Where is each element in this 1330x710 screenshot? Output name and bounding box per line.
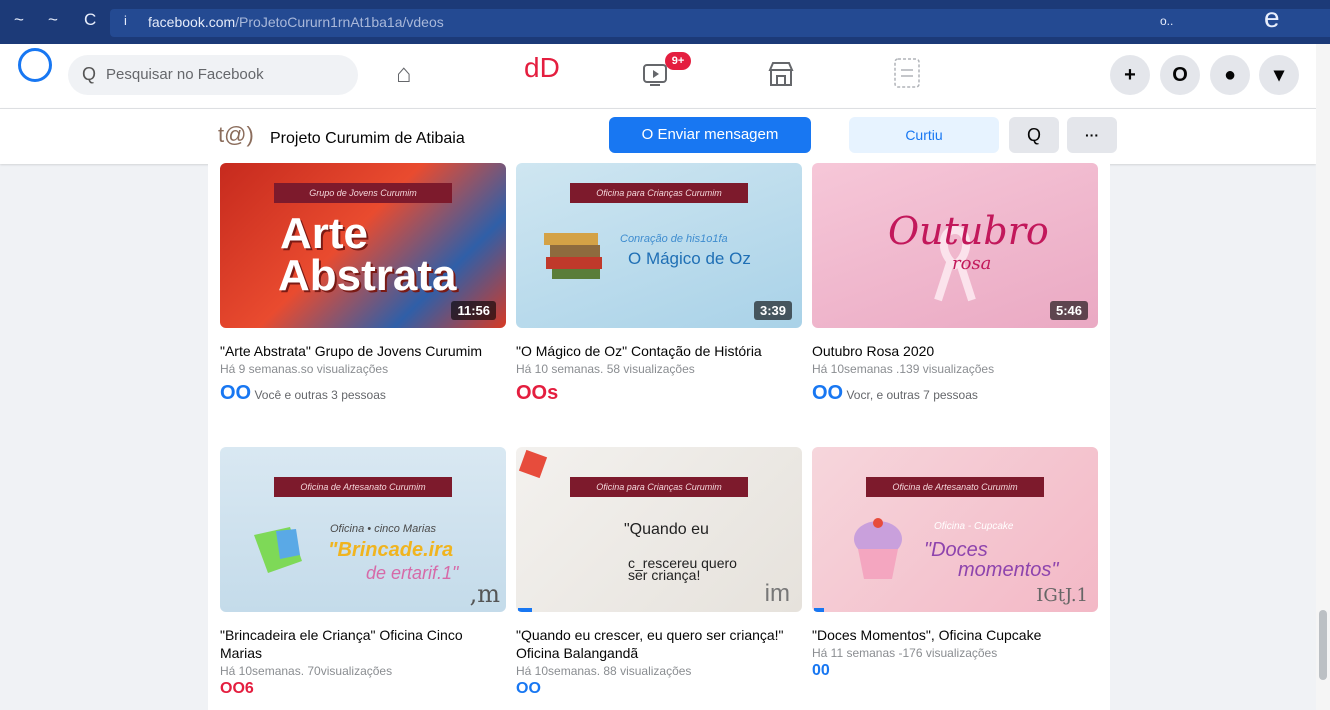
back-button[interactable]: ~ (14, 10, 24, 30)
video-meta: Há 9 semanas.so visualizações (220, 362, 389, 376)
video-thumbnail[interactable]: Outubro rosa 5:46 (812, 163, 1098, 328)
thumbnail-title-line1: "Quando eu (624, 521, 709, 538)
search-placeholder: Pesquisar no Facebook (106, 66, 264, 83)
thumbnail-banner: Grupo de Jovens Curumim (274, 183, 452, 203)
page-search-button[interactable]: Q (1009, 117, 1059, 153)
thumbnail-title-line2: Abstrata (278, 251, 457, 300)
thumbnail-subtitle: Oficina • cinco Marias (330, 523, 436, 535)
account-menu-button[interactable]: ▾ (1259, 55, 1299, 95)
reaction-icons: OO6 (220, 680, 254, 697)
thumbnail-title: Outubro (888, 209, 1049, 253)
nav-center-text[interactable]: dD (524, 52, 560, 84)
progress-bar (814, 608, 824, 612)
video-card[interactable]: Grupo de Jovens Curumim Arte Abstrata 11… (220, 163, 506, 405)
video-thumbnail[interactable]: Oficina para Crianças Curumim "Quando eu… (516, 447, 802, 612)
video-duration: 5:46 (1049, 301, 1088, 320)
video-title[interactable]: "O Mágico de Oz" Contação de História (516, 342, 802, 360)
video-card[interactable]: Oficina para Crianças Curumim Conração d… (516, 163, 802, 405)
send-message-button[interactable]: O Enviar mensagem (609, 117, 811, 153)
video-title[interactable]: "Brincadeira ele Criança" Oficina Cinco … (220, 626, 506, 662)
url-host: facebook.com (148, 14, 236, 30)
video-duration: ,m (469, 580, 500, 608)
thumbnail-title-line3: ser criança! (628, 567, 701, 583)
home-icon[interactable]: ⌂ (396, 58, 412, 89)
liked-button[interactable]: Curtiu (849, 117, 999, 153)
messenger-button[interactable]: O (1160, 55, 1200, 95)
gaming-icon[interactable] (892, 56, 922, 90)
reactions-text: Vocr, e outras 7 pessoas (846, 388, 978, 402)
search-icon: Q (82, 64, 97, 84)
video-reactions[interactable]: OO Você e outras 3 pessoas (220, 382, 506, 405)
video-duration: IGtJ.1 (1036, 585, 1088, 606)
thumbnail-subtitle: rosa (952, 253, 992, 274)
video-meta: Há 10semanas .139 visualizações (812, 362, 995, 376)
video-card[interactable]: Oficina para Crianças Curumim "Quando eu… (516, 447, 802, 698)
reload-button[interactable]: C (84, 10, 96, 30)
video-duration: 11:56 (451, 301, 496, 320)
reaction-icons: OO (812, 382, 844, 404)
videos-grid: Grupo de Jovens Curumim Arte Abstrata 11… (208, 163, 1110, 710)
fabric-pouch-icon (254, 527, 302, 573)
reaction-icons: OO (516, 680, 541, 697)
video-duration: im (764, 580, 790, 607)
video-reactions[interactable]: OO (516, 680, 802, 698)
site-info-icon[interactable]: i (124, 13, 127, 28)
search-input[interactable]: Q Pesquisar no Facebook (68, 55, 358, 95)
create-button[interactable]: + (1110, 55, 1150, 95)
url-text[interactable]: facebook.com/ProJetoCururn1rnAt1ba1a/vde… (148, 14, 444, 30)
reaction-icons: OOs (516, 382, 559, 404)
cupcake-icon (854, 518, 902, 579)
url-path: /ProJetoCururn1rnAt1ba1a/vdeos (235, 14, 444, 30)
thumbnail-banner: Oficina para Crianças Curumim (570, 477, 748, 497)
thumbnail-banner: Oficina de Artesanato Curumim (866, 477, 1044, 497)
thumbnail-subtitle: Oficina - Cupcake (934, 521, 1014, 532)
video-thumbnail[interactable]: Grupo de Jovens Curumim Arte Abstrata 11… (220, 163, 506, 328)
video-thumbnail[interactable]: Oficina de Artesanato Curumim Oficina - … (812, 447, 1098, 612)
video-reactions[interactable]: 00 (812, 662, 1098, 680)
edge-icon[interactable]: e (1264, 2, 1280, 34)
scrollbar-thumb[interactable] (1319, 610, 1327, 680)
video-title[interactable]: "Quando eu crescer, eu quero ser criança… (516, 626, 802, 662)
reaction-icons: 00 (812, 662, 830, 679)
video-thumbnail[interactable]: Oficina para Crianças Curumim Conração d… (516, 163, 802, 328)
decor-shape (518, 449, 548, 479)
more-options-button[interactable]: ··· (1067, 117, 1117, 153)
thumbnail-title-line2: de ertarif.1" (366, 563, 459, 583)
video-duration: 3:39 (753, 301, 792, 320)
video-card[interactable]: Oficina de Artesanato Curumim Oficina - … (812, 447, 1098, 680)
page-title[interactable]: Projeto Curumim de Atibaia (270, 130, 465, 148)
thumbnail-banner: Oficina de Artesanato Curumim (274, 477, 452, 497)
progress-bar (518, 608, 532, 612)
thumbnail-banner: Oficina para Crianças Curumim (570, 183, 748, 203)
forward-button[interactable]: ~ (48, 10, 58, 30)
video-reactions[interactable]: OO6 (220, 680, 506, 698)
watch-badge: 9+ (665, 52, 691, 70)
extension-text[interactable]: o.. (1160, 14, 1173, 28)
thumbnail-subtitle: Conração de his1o1fa (620, 233, 728, 245)
page-avatar[interactable]: t@) (218, 122, 254, 148)
thumbnail-title-line1: "Brincade.ira (328, 539, 454, 561)
video-meta: Há 10semanas. 70visualizações (220, 664, 393, 678)
video-meta: Há 10 semanas. 58 visualizações (516, 362, 695, 376)
browser-toolbar: ~ ~ C i facebook.com/ProJetoCururn1rnAt1… (0, 0, 1330, 44)
video-title[interactable]: "Arte Abstrata" Grupo de Jovens Curumim (220, 342, 506, 360)
facebook-logo-icon[interactable] (18, 48, 52, 82)
marketplace-icon[interactable] (766, 60, 796, 88)
books-icon (544, 233, 602, 279)
video-meta: Há 11 semanas -176 visualizações (812, 646, 998, 660)
thumbnail-title-line2: momentos" (958, 559, 1059, 581)
video-title[interactable]: "Doces Momentos", Oficina Cupcake (812, 626, 1098, 644)
video-reactions[interactable]: OO Vocr, e outras 7 pessoas (812, 382, 1098, 405)
video-reactions[interactable]: OOs (516, 382, 802, 405)
thumbnail-title: O Mágico de Oz (628, 249, 751, 268)
notifications-button[interactable]: ● (1210, 55, 1250, 95)
video-meta: Há 10semanas. 88 visualizações (516, 664, 692, 678)
reaction-icons: OO (220, 382, 252, 404)
video-title[interactable]: Outubro Rosa 2020 (812, 342, 1098, 360)
reactions-text: Você e outras 3 pessoas (254, 388, 386, 402)
video-thumbnail[interactable]: Oficina de Artesanato Curumim Oficina • … (220, 447, 506, 612)
video-card[interactable]: Outubro rosa 5:46 Outubro Rosa 2020 Há 1… (812, 163, 1098, 405)
video-card[interactable]: Oficina de Artesanato Curumim Oficina • … (220, 447, 506, 698)
